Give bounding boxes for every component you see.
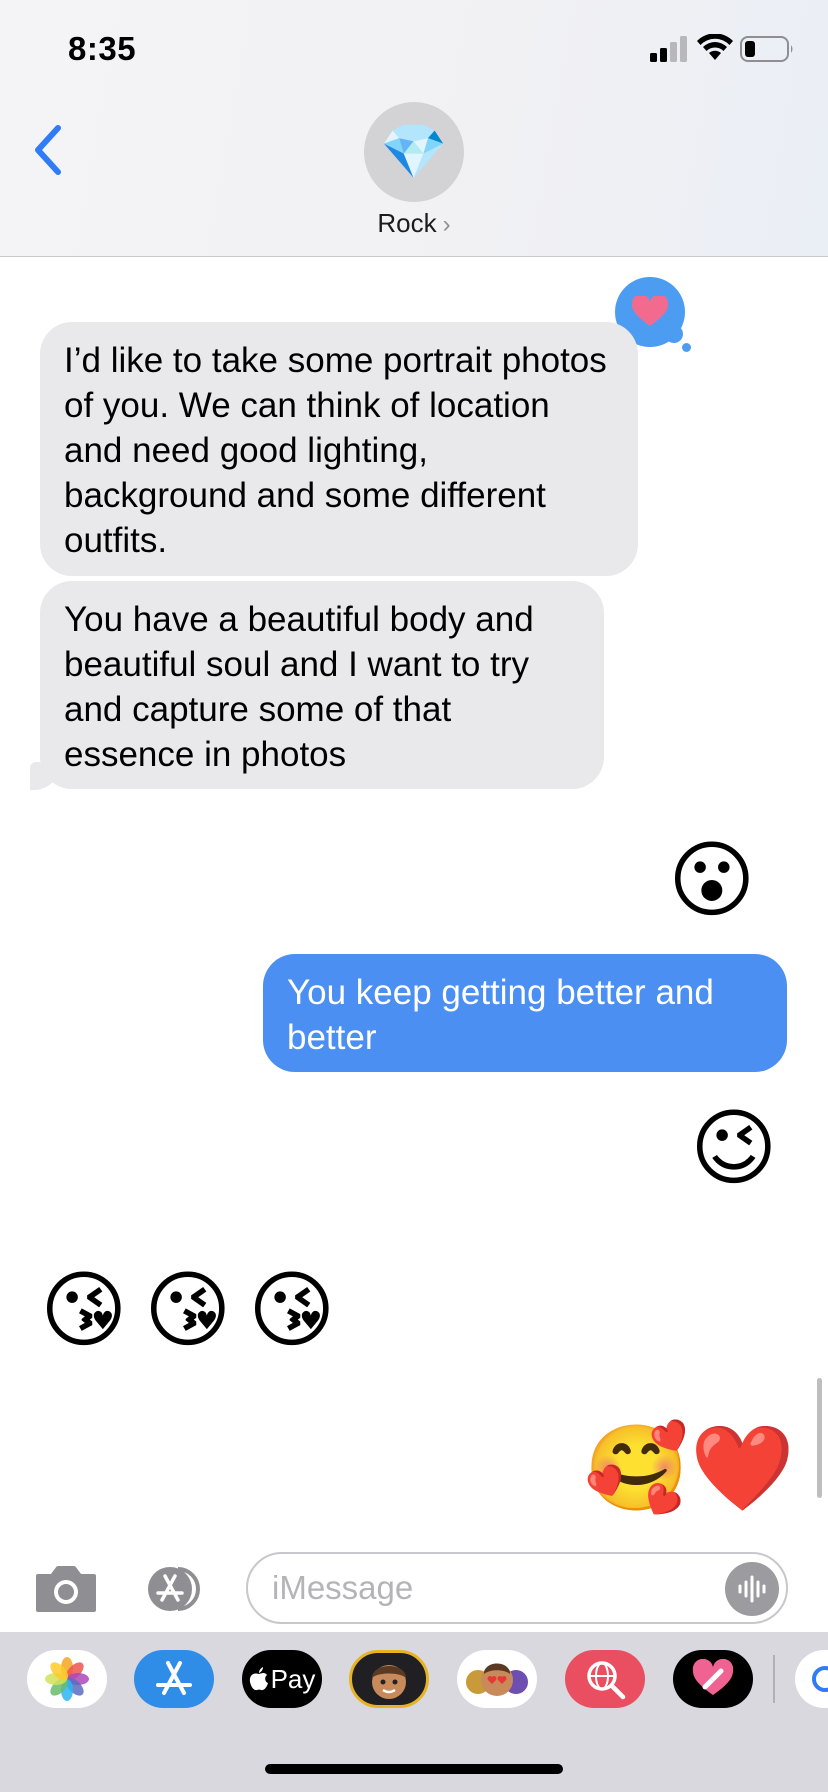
kissing-face-emoji[interactable]: 😘 [144, 1262, 232, 1358]
waveform-icon [738, 1575, 766, 1603]
tapback-tail-dot [682, 343, 691, 352]
camera-icon[interactable] [34, 1562, 98, 1614]
back-chevron-icon[interactable] [28, 122, 68, 178]
contact-avatar[interactable]: 💎 [364, 102, 464, 202]
web-search-icon[interactable] [565, 1650, 645, 1708]
apple-pay-label: Pay [270, 1663, 316, 1694]
memoji-icon[interactable] [349, 1650, 429, 1708]
red-heart-emoji[interactable]: ❤️ [690, 1420, 795, 1516]
photos-icon[interactable] [27, 1650, 107, 1708]
sent-message-bubble[interactable]: You keep getting better and better [263, 954, 787, 1072]
kissing-face-emoji[interactable]: 😘 [40, 1262, 128, 1358]
received-message-bubble[interactable]: I’d like to take some portrait photos of… [40, 322, 638, 576]
winking-face-emoji[interactable]: 😉 [690, 1100, 778, 1196]
scrollbar[interactable] [817, 1378, 822, 1498]
status-time: 8:35 [68, 30, 137, 67]
conversation-header: 8:35 💎 Rock › [0, 0, 828, 257]
cellular-signal-icon [650, 36, 687, 62]
gem-icon: 💎 [380, 121, 448, 182]
apple-logo-icon [249, 1667, 268, 1691]
received-message-bubble[interactable]: You have a beautiful body and beautiful … [40, 581, 604, 789]
app-store-icon[interactable] [134, 1650, 214, 1708]
digital-touch-icon[interactable] [673, 1650, 753, 1708]
chevron-right-icon: › [442, 211, 451, 238]
app-drawer-divider [773, 1655, 775, 1703]
astonished-face-emoji[interactable]: 😮 [668, 832, 756, 928]
apple-pay-icon[interactable]: Pay [242, 1650, 322, 1708]
battery-icon [740, 36, 793, 62]
contact-name: Rock [377, 208, 437, 238]
home-indicator[interactable] [265, 1764, 563, 1774]
wifi-icon [697, 34, 733, 60]
smiling-face-with-hearts-emoji[interactable]: 🥰 [584, 1420, 689, 1516]
tapback-tail [665, 325, 683, 343]
kissing-face-emoji[interactable]: 😘 [248, 1262, 336, 1358]
animoji-icon[interactable] [457, 1650, 537, 1708]
app-store-button-icon[interactable] [138, 1564, 214, 1614]
message-input[interactable] [246, 1552, 788, 1624]
heart-icon [632, 296, 668, 326]
contact-name-button[interactable]: Rock › [0, 208, 828, 239]
audio-message-button[interactable] [725, 1562, 779, 1616]
